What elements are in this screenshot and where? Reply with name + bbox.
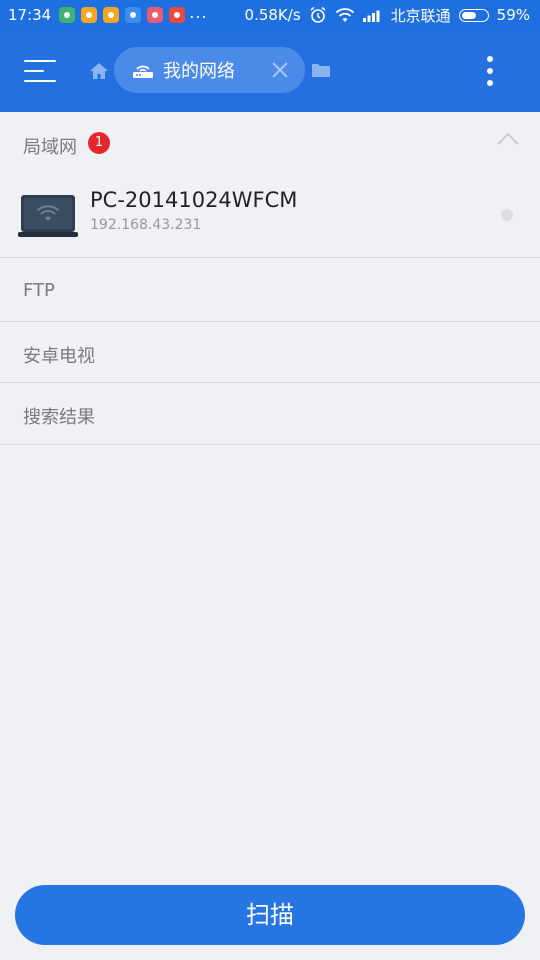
menu-icon[interactable] <box>24 57 56 87</box>
app-notification-icon-1 <box>59 7 76 23</box>
alarm-icon <box>309 6 327 24</box>
app-notification-icon-4 <box>125 7 142 23</box>
device-status-dot <box>501 209 513 221</box>
chevron-up-icon[interactable] <box>497 131 519 145</box>
close-icon[interactable] <box>271 61 289 79</box>
home-icon[interactable] <box>88 60 110 82</box>
app-notification-icon-6 <box>169 7 186 23</box>
lan-count-badge: 1 <box>88 132 110 154</box>
section-android-tv-header[interactable]: 安卓电视 <box>0 322 540 382</box>
folder-icon[interactable] <box>312 63 330 78</box>
device-name: PC-20141024WFCM <box>90 188 298 212</box>
signal-icon <box>362 8 383 22</box>
app-bar: 我的网络 <box>0 30 540 112</box>
tab-my-network[interactable]: 我的网络 <box>114 47 305 93</box>
status-time: 17:34 <box>8 6 52 24</box>
router-icon <box>131 60 155 80</box>
notification-more: ... <box>189 2 208 22</box>
screen: 17:34 ... 0.58K/s 北京联通 59% 我的网络 局域网 1 PC… <box>0 0 540 960</box>
device-ip: 192.168.43.231 <box>90 217 202 233</box>
section-lan-title: 局域网 <box>23 137 77 158</box>
wifi-icon <box>335 7 355 23</box>
battery-icon <box>458 8 489 22</box>
status-bar: 17:34 ... 0.58K/s 北京联通 59% <box>0 0 540 30</box>
app-notification-icon-3 <box>103 7 120 23</box>
section-search-results-title: 搜索结果 <box>23 407 95 428</box>
network-speed: 0.58K/s <box>244 6 301 24</box>
app-notification-icon-5 <box>147 7 164 23</box>
laptop-icon <box>18 194 78 238</box>
carrier-name: 北京联通 <box>390 6 451 25</box>
notification-icons <box>59 7 186 23</box>
tab-label: 我的网络 <box>163 61 235 82</box>
device-list-item[interactable]: PC-20141024WFCM 192.168.43.231 <box>0 172 540 256</box>
app-notification-icon-2 <box>81 7 98 23</box>
section-lan-header[interactable]: 局域网 <box>0 112 540 172</box>
scan-button[interactable]: 扫描 <box>15 885 525 945</box>
more-vert-icon[interactable] <box>480 54 500 88</box>
section-ftp-title: FTP <box>23 280 55 301</box>
section-search-results-header[interactable]: 搜索结果 <box>0 383 540 444</box>
divider <box>0 444 540 445</box>
section-android-tv-title: 安卓电视 <box>23 346 95 367</box>
battery-percent: 59% <box>496 6 530 24</box>
section-ftp-header[interactable]: FTP <box>0 258 540 321</box>
